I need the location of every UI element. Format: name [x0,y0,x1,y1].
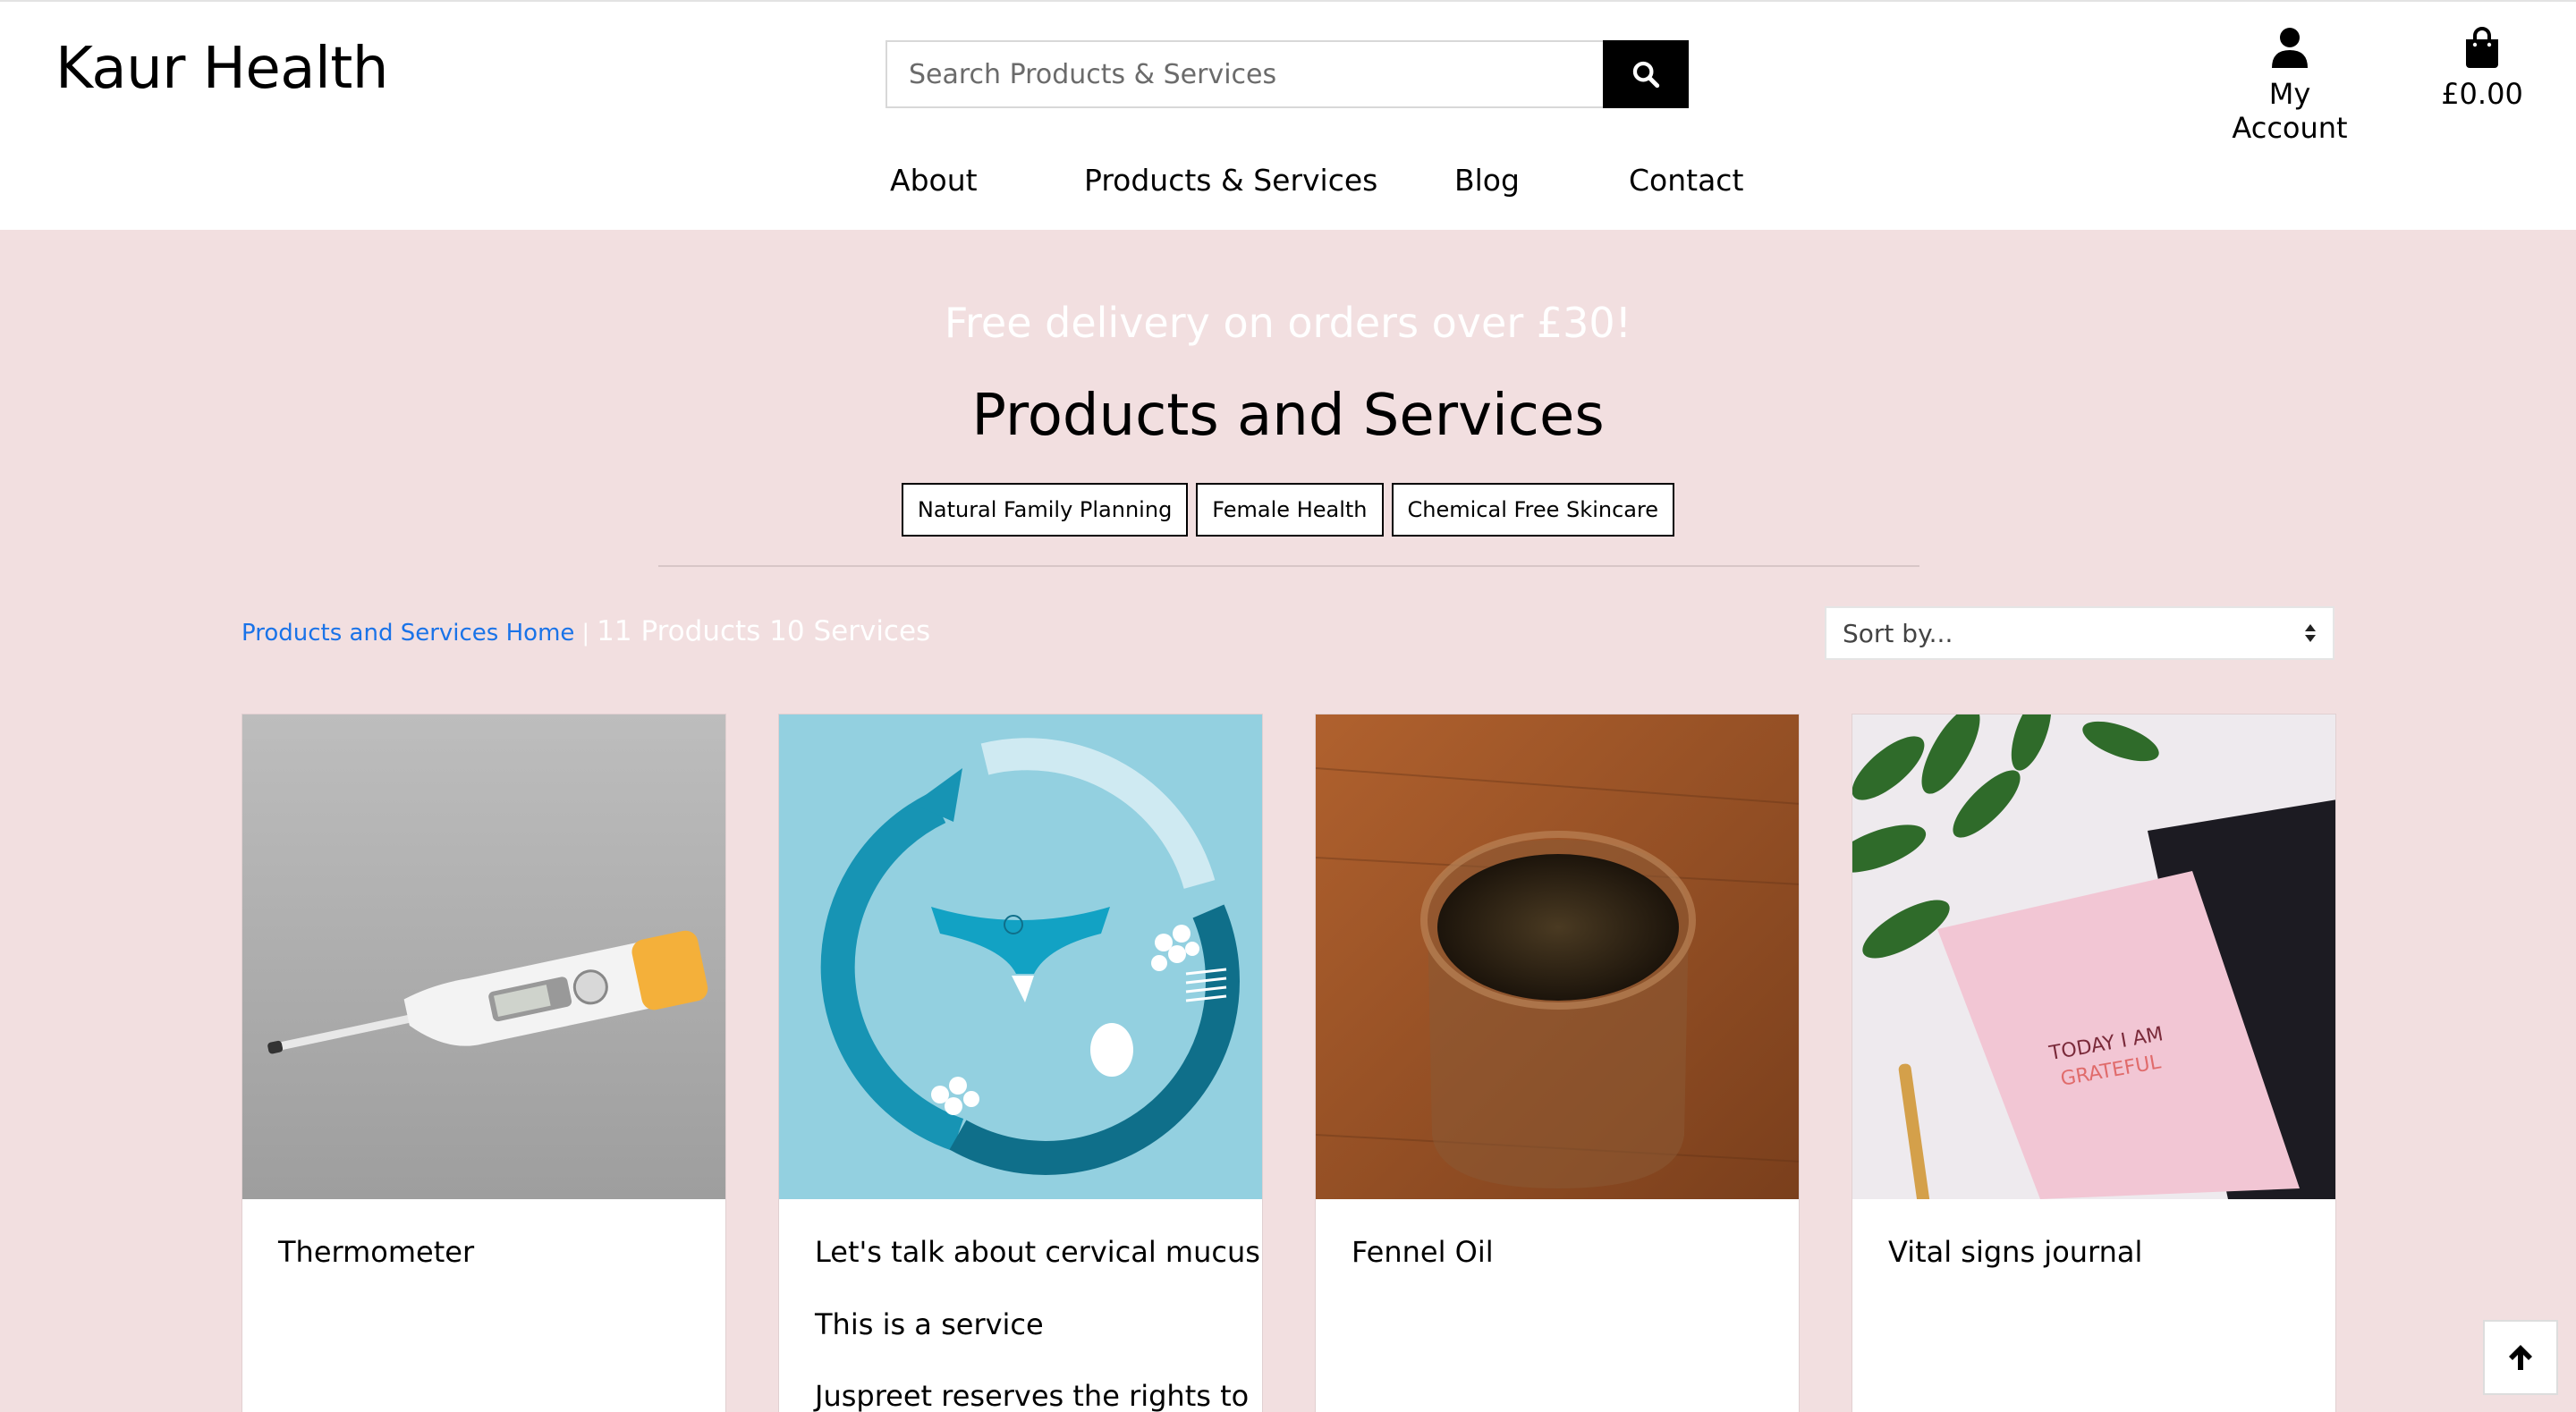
nav-products-services[interactable]: Products & Services [1084,163,1377,198]
back-to-top-button[interactable] [2483,1320,2558,1395]
product-name[interactable]: Vital signs journal [1888,1235,2142,1269]
search-input[interactable] [886,40,1603,108]
divider [658,565,1919,567]
arrow-up-icon [2509,1345,2532,1370]
category-filters: Natural Family Planning Female Health Ch… [0,483,2576,537]
my-account-label: My Account [2232,77,2348,145]
product-description: This is a service [815,1307,1044,1341]
filter-female-health[interactable]: Female Health [1196,483,1384,537]
product-card[interactable]: TODAY I AM GRATEFUL Vital signs journal [1852,714,2336,1412]
breadcrumb-separator: | [581,620,590,647]
product-card[interactable]: Fennel Oil [1315,714,1800,1412]
search-bar [886,40,1689,108]
bag-total: £0.00 [2441,77,2523,111]
user-icon [2272,28,2308,68]
page-title: Products and Services [971,383,1605,449]
result-count: 11 Products 10 Services [597,615,931,647]
product-image[interactable]: TODAY I AM GRATEFUL [1852,714,2335,1199]
jar-of-seeds-photo [1316,714,1799,1199]
breadcrumb-home-link[interactable]: Products and Services Home [242,620,574,647]
my-account-link[interactable]: My Account [2209,27,2370,145]
product-card[interactable]: Let's talk about cervical mucus This is … [778,714,1263,1412]
product-name[interactable]: Thermometer [278,1235,474,1269]
nav-contact[interactable]: Contact [1629,163,1743,198]
shopping-bag-icon [2466,27,2498,68]
site-header: Kaur Health My Account £0.00 About Produ… [0,0,2576,230]
product-image[interactable] [1316,714,1799,1199]
nav-blog[interactable]: Blog [1454,163,1520,198]
search-icon [1632,61,1660,89]
product-description-more: Juspreet reserves the rights to [815,1379,1250,1412]
product-name[interactable]: Let's talk about cervical mucus [815,1235,1260,1269]
product-image[interactable] [242,714,725,1199]
product-card[interactable]: Thermometer [242,714,726,1412]
product-name[interactable]: Fennel Oil [1352,1235,1494,1269]
filter-natural-family-planning[interactable]: Natural Family Planning [901,483,1189,537]
sort-selected-value: Sort by... [1843,618,1953,648]
pink-journal-photo: TODAY I AM GRATEFUL [1852,714,2335,1199]
filter-chemical-free-skincare[interactable]: Chemical Free Skincare [1391,483,1675,537]
thermometer-image [242,714,725,1199]
menstrual-cycle-illustration [779,714,1262,1199]
main-navigation: About Products & Services Blog Contact [0,163,2576,202]
nav-about[interactable]: About [890,163,978,198]
product-image[interactable] [779,714,1262,1199]
site-logo[interactable]: Kaur Health [55,36,388,102]
shopping-bag-link[interactable]: £0.00 [2433,27,2531,111]
breadcrumb: Products and Services Home | 11 Products 1… [242,615,930,647]
sort-arrows-icon [2305,624,2316,642]
sort-select[interactable]: Sort by... [1825,606,2334,660]
search-button[interactable] [1603,40,1689,108]
delivery-banner: Free delivery on orders over £30! [944,299,1632,347]
